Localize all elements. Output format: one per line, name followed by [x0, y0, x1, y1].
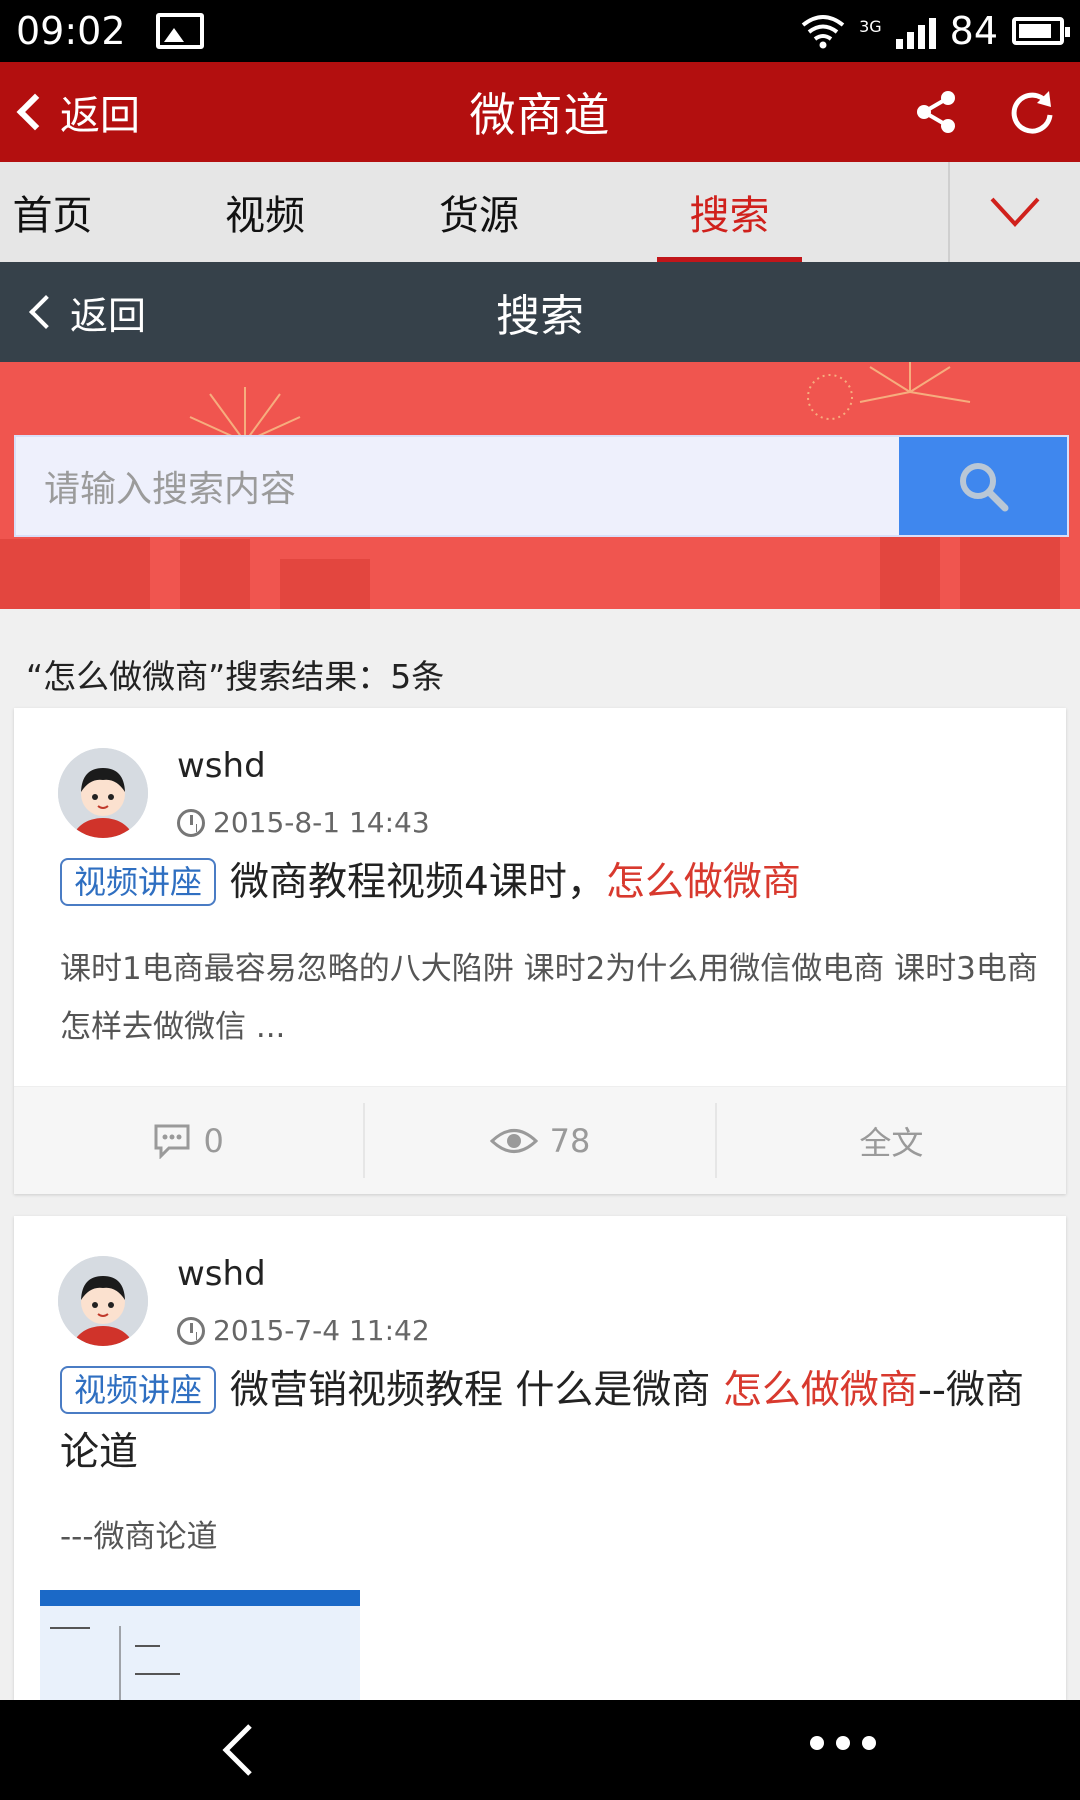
category-tag[interactable]: 视频讲座 — [60, 1365, 217, 1414]
chevron-down-icon — [990, 197, 1040, 227]
back-button[interactable]: 返回 — [0, 83, 260, 141]
channel-tabs: 首页 视频 货源 搜索 — [0, 162, 1080, 262]
comment-count: 0 — [203, 1121, 224, 1160]
tab-source-label: 货源 — [439, 193, 519, 239]
post-time-text: 2015-7-4 11:42 — [213, 1314, 430, 1347]
battery-level: 84 — [949, 9, 998, 53]
result-card[interactable]: wshd 2015-8-1 14:43 视频讲座 微商教程视频4课时，怎么做微商 … — [14, 708, 1066, 1194]
banner-building — [180, 539, 250, 609]
clock-icon — [177, 1316, 205, 1345]
network-type: 3G — [859, 17, 882, 36]
title-highlight: 怎么做微商 — [722, 1368, 918, 1413]
back-label: 返回 — [60, 93, 140, 139]
post-time: 2015-8-1 14:43 — [177, 806, 430, 839]
search-banner: 请输入搜索内容 — [0, 362, 1080, 609]
result-card[interactable]: wshd 2015-7-4 11:42 视频讲座 微营销视频教程 什么是微商 怎么… — [14, 1216, 1066, 1710]
result-thumbnail[interactable] — [40, 1590, 360, 1710]
share-icon — [917, 91, 955, 133]
result-title[interactable]: 视频讲座 微商教程视频4课时，怎么做微商 — [60, 852, 1056, 914]
result-excerpt: ---微商论道 — [60, 1519, 218, 1555]
search-input[interactable]: 请输入搜索内容 — [16, 437, 899, 535]
sub-back-button[interactable]: 返回 — [0, 285, 260, 340]
tab-video-label: 视频 — [225, 193, 305, 239]
author-name: wshd — [177, 746, 266, 786]
nav-more-icon[interactable] — [810, 1736, 876, 1750]
avatar-image — [58, 1256, 148, 1346]
category-tag[interactable]: 视频讲座 — [60, 857, 217, 906]
search-header: 返回 搜索 — [0, 262, 1080, 362]
tab-home[interactable]: 首页 — [0, 162, 105, 262]
tab-video[interactable]: 视频 — [210, 162, 320, 262]
avatar — [58, 748, 148, 838]
system-nav-bar — [0, 1700, 1080, 1800]
app-title: 微商道 — [469, 88, 611, 142]
search-button[interactable] — [899, 437, 1067, 535]
app-bar: 返回 微商道 — [0, 62, 1080, 162]
eye-icon — [489, 1128, 538, 1153]
share-button[interactable] — [908, 84, 964, 140]
clock-icon — [177, 808, 205, 837]
status-time: 09:02 — [16, 9, 126, 53]
full-text-button[interactable]: 全文 — [717, 1087, 1066, 1194]
firework-decoration — [189, 387, 301, 442]
status-icons: 3G 84 — [801, 9, 1070, 53]
firework-decoration — [807, 362, 971, 420]
banner-building — [280, 559, 370, 609]
status-bar: 09:02 3G 84 — [0, 0, 1080, 62]
thumbnail-diagram — [50, 1626, 180, 1710]
search-page-title: 搜索 — [496, 291, 584, 342]
tab-search[interactable]: 搜索 — [657, 162, 802, 262]
result-excerpt: 课时1电商最容易忽略的八大陷阱 课时2为什么用微信做电商 课时3电商怎样去做微信… — [60, 951, 1038, 1045]
refresh-icon — [1011, 91, 1053, 134]
tab-home-label: 首页 — [12, 193, 93, 239]
avatar — [58, 1256, 148, 1346]
avatar-image — [58, 748, 148, 838]
battery-icon — [1012, 17, 1070, 45]
tab-source[interactable]: 货源 — [424, 162, 534, 262]
view-count: 78 — [549, 1121, 591, 1160]
tabs-expand-button[interactable] — [950, 162, 1080, 262]
signal-icon — [895, 13, 936, 49]
search-bar: 请输入搜索内容 — [14, 435, 1069, 537]
search-icon — [960, 463, 1009, 512]
back-chevron-icon — [16, 93, 54, 131]
comment-icon — [154, 1124, 190, 1159]
comments-button[interactable]: 0 — [14, 1087, 363, 1194]
thumbnail-header — [40, 1590, 360, 1606]
search-result-summary: “怎么做微商”搜索结果：5条 — [26, 657, 445, 696]
tab-search-label: 搜索 — [689, 193, 770, 239]
post-time-text: 2015-8-1 14:43 — [213, 806, 430, 839]
author-name: wshd — [177, 1254, 266, 1294]
result-actions: 0 78 全文 — [14, 1086, 1066, 1194]
refresh-button[interactable] — [1004, 84, 1060, 140]
title-highlight: 怎么做微商 — [605, 860, 801, 905]
wifi-icon — [801, 15, 845, 49]
image-notification-icon — [155, 13, 204, 49]
title-text: 微商教程视频4课时， — [230, 860, 606, 905]
sub-back-chevron-icon — [29, 295, 63, 329]
views-indicator: 78 — [365, 1087, 714, 1194]
sub-back-label: 返回 — [70, 293, 147, 338]
post-time: 2015-7-4 11:42 — [177, 1314, 430, 1347]
title-text: 微营销视频教程 什么是微商 — [230, 1368, 723, 1413]
nav-back-icon[interactable] — [212, 1722, 268, 1778]
result-title[interactable]: 视频讲座 微营销视频教程 什么是微商 怎么做微商--微商论道 — [60, 1360, 1056, 1484]
